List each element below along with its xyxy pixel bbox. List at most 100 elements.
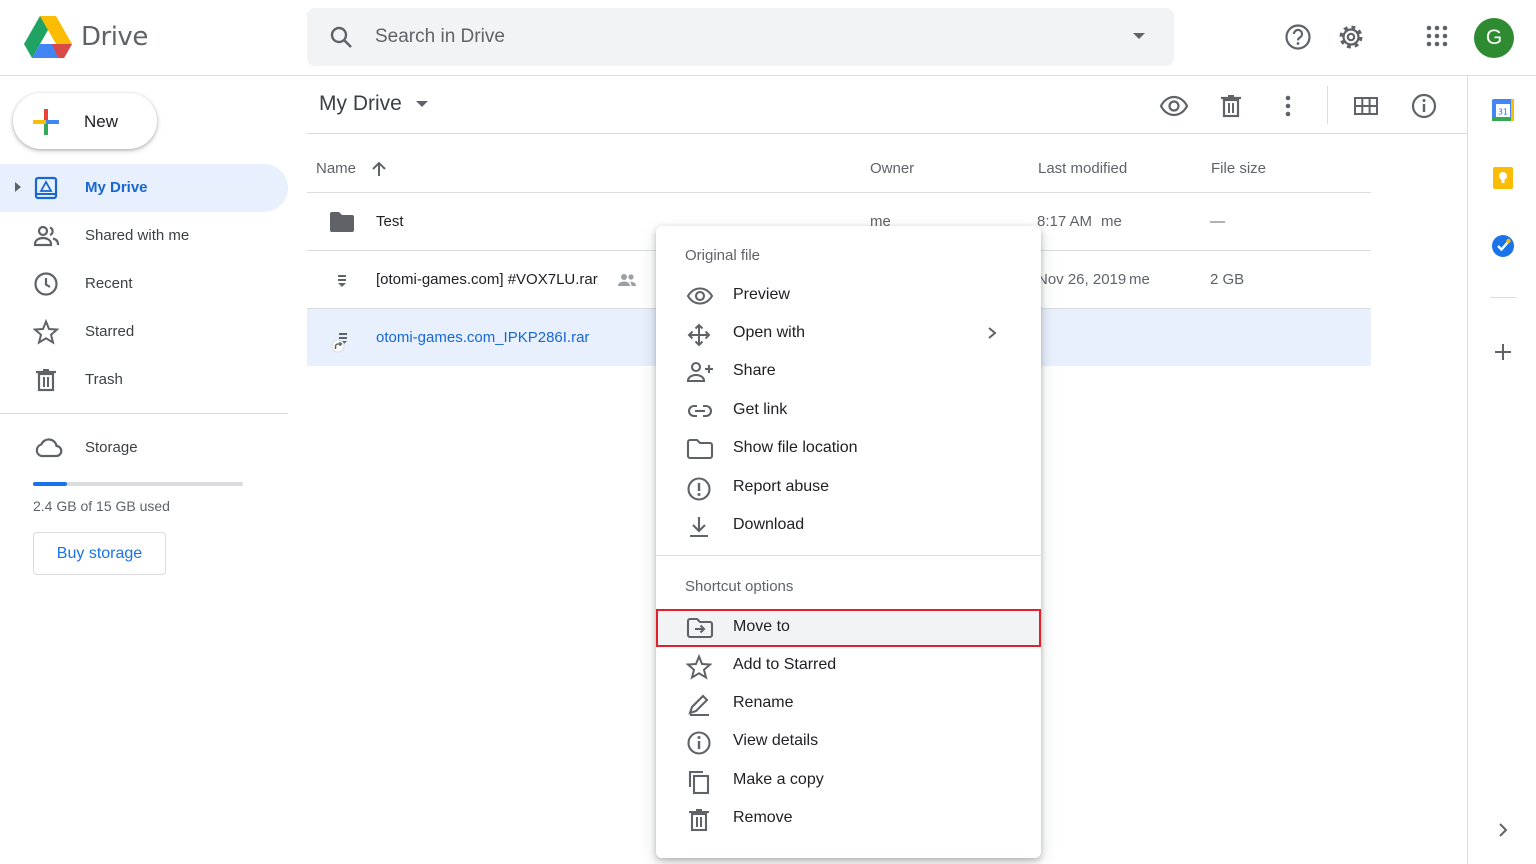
keep-icon[interactable] <box>1490 165 1516 191</box>
sidebar-item-label: Recent <box>85 275 133 292</box>
storage-used-text: 2.4 GB of 15 GB used <box>33 498 170 514</box>
menu-item-make-a-copy[interactable]: Make a copy <box>656 762 1041 800</box>
menu-item-label: Report abuse <box>733 478 830 495</box>
sidebar-divider <box>0 413 288 414</box>
menu-item-label: Share <box>733 362 776 379</box>
drive-logo-icon[interactable] <box>24 16 72 58</box>
folder-icon <box>329 211 355 233</box>
search-bar[interactable]: Search in Drive <box>307 8 1174 66</box>
sidebar-item-storage[interactable]: Storage <box>0 424 288 472</box>
column-header-name[interactable]: Name <box>316 160 356 177</box>
open-with-arrows-icon <box>686 322 712 348</box>
top-header: Drive Search in Drive G <box>0 0 1536 76</box>
preview-eye-icon[interactable] <box>1159 92 1189 120</box>
settings-gear-icon[interactable] <box>1336 22 1366 52</box>
menu-item-move-to[interactable]: Move to <box>656 609 1041 647</box>
add-addon-plus-icon[interactable] <box>1490 339 1516 365</box>
help-icon[interactable] <box>1283 22 1313 52</box>
menu-item-preview[interactable]: Preview <box>656 277 1041 315</box>
menu-item-label: Add to Starred <box>733 656 837 673</box>
menu-item-download[interactable]: Download <box>656 507 1041 545</box>
search-icon[interactable] <box>329 25 353 49</box>
column-header-modified[interactable]: Last modified <box>1038 160 1127 177</box>
grid-view-icon[interactable] <box>1352 92 1380 120</box>
storage-progress-bar <box>33 482 243 486</box>
menu-section-shortcut-options: Shortcut options <box>685 578 794 595</box>
menu-item-label: Move to <box>733 618 790 635</box>
sidebar-item-my-drive[interactable]: My Drive <box>0 164 288 212</box>
column-header-size[interactable]: File size <box>1211 160 1266 177</box>
menu-item-label: View details <box>733 732 819 749</box>
sidebar-item-shared[interactable]: Shared with me <box>0 212 288 260</box>
file-modified: Nov 26, 2019 <box>1037 271 1127 288</box>
menu-divider <box>656 555 1041 556</box>
star-icon <box>33 319 59 345</box>
star-icon <box>686 654 712 680</box>
file-name: Test <box>376 213 404 230</box>
download-icon <box>686 514 712 540</box>
more-options-icon[interactable] <box>1274 92 1302 120</box>
expand-panel-chevron-icon[interactable] <box>1490 817 1516 843</box>
copy-icon <box>686 769 712 795</box>
move-to-folder-icon <box>686 616 714 640</box>
calendar-icon[interactable]: 31 <box>1490 97 1516 123</box>
menu-item-label: Show file location <box>733 439 858 456</box>
shortcut-archive-icon <box>331 331 351 353</box>
menu-item-label: Open with <box>733 324 806 341</box>
trash-icon <box>686 807 712 833</box>
app-name[interactable]: Drive <box>81 22 148 52</box>
file-name: [otomi-games.com] #VOX7LU.rar <box>376 271 598 288</box>
link-icon <box>686 399 714 423</box>
menu-item-open-with[interactable]: Open with <box>656 315 1041 353</box>
report-exclamation-icon <box>686 476 712 502</box>
trash-icon[interactable] <box>1217 92 1245 120</box>
shared-people-icon <box>617 273 637 287</box>
file-modified-by: me <box>1129 271 1150 288</box>
page-title[interactable]: My Drive <box>319 92 402 116</box>
sidebar-item-label: Starred <box>85 323 135 340</box>
chevron-right-icon <box>987 326 997 340</box>
side-panel-divider <box>1490 297 1516 298</box>
account-avatar[interactable]: G <box>1474 18 1514 58</box>
tasks-icon[interactable] <box>1490 233 1516 259</box>
folder-outline-icon <box>686 437 714 461</box>
menu-item-share[interactable]: Share <box>656 353 1041 391</box>
cloud-icon <box>33 435 63 461</box>
sidebar-item-starred[interactable]: Starred <box>0 308 288 356</box>
menu-item-report-abuse[interactable]: Report abuse <box>656 469 1041 507</box>
column-name-label: Name <box>316 160 357 177</box>
buy-storage-button[interactable]: Buy storage <box>33 532 166 575</box>
menu-item-view-details[interactable]: View details <box>656 723 1041 761</box>
title-toolbar: My Drive <box>307 76 1467 134</box>
menu-item-add-to-starred[interactable]: Add to Starred <box>656 647 1041 685</box>
file-name: otomi-games.com_IPKP286I.rar <box>376 329 590 346</box>
column-header-owner[interactable]: Owner <box>870 160 914 177</box>
sort-arrow-up-icon[interactable] <box>371 160 387 178</box>
sidebar-item-label: Trash <box>85 371 123 388</box>
sidebar-item-trash[interactable]: Trash <box>0 356 288 404</box>
menu-item-remove[interactable]: Remove <box>656 800 1041 838</box>
file-size: 2 GB <box>1210 271 1245 288</box>
menu-item-label: Rename <box>733 694 794 711</box>
menu-item-label: Preview <box>733 286 790 303</box>
menu-item-get-link[interactable]: Get link <box>656 392 1041 430</box>
expand-caret-icon[interactable] <box>14 181 22 193</box>
sidebar: New My Drive Shared with me Recent Starr… <box>0 76 300 864</box>
storage-progress-fill <box>33 482 67 486</box>
search-options-icon[interactable] <box>1132 32 1146 40</box>
new-button[interactable]: New <box>13 93 157 149</box>
storage-label: Storage <box>85 439 138 456</box>
chevron-down-icon[interactable] <box>415 100 429 108</box>
apps-grid-icon[interactable] <box>1423 22 1453 52</box>
menu-item-rename[interactable]: Rename <box>656 685 1041 723</box>
search-input[interactable]: Search in Drive <box>375 26 505 48</box>
sidebar-item-recent[interactable]: Recent <box>0 260 288 308</box>
toolbar-divider <box>1327 86 1328 124</box>
svg-text:31: 31 <box>1498 108 1508 117</box>
menu-item-label: Make a copy <box>733 771 824 788</box>
context-menu: Original file Preview Open with Share Ge… <box>656 226 1041 858</box>
sidebar-item-label: Shared with me <box>85 227 190 244</box>
info-icon[interactable] <box>1410 92 1438 120</box>
side-panel: 31 <box>1467 76 1536 864</box>
menu-item-show-file-location[interactable]: Show file location <box>656 430 1041 468</box>
